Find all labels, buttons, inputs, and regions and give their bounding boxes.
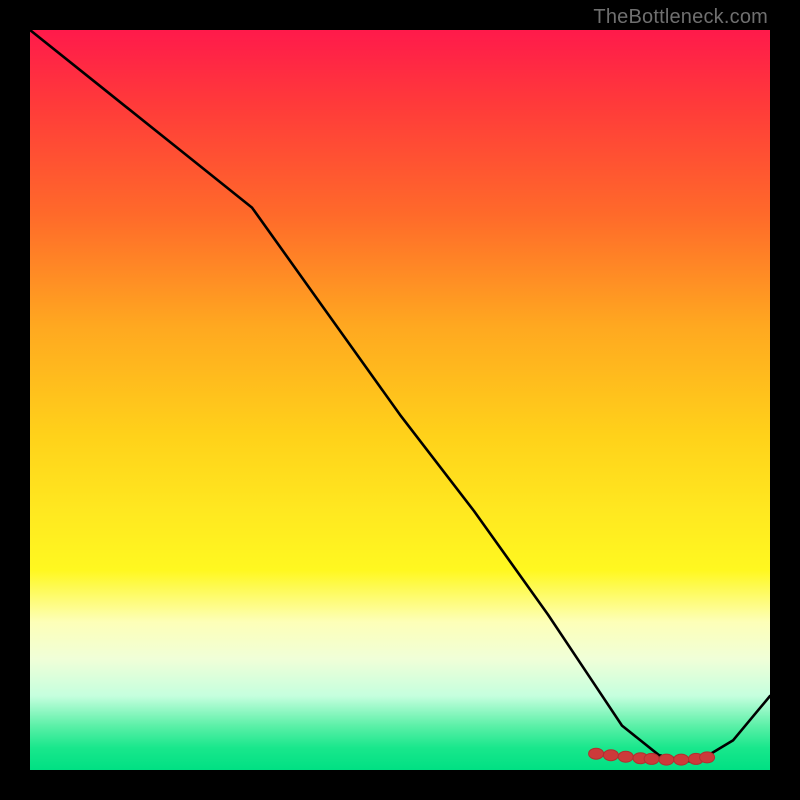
marker-point — [644, 753, 659, 764]
plot-area — [30, 30, 770, 770]
marker-point — [589, 748, 604, 759]
marker-point — [618, 751, 633, 762]
chart-svg — [30, 30, 770, 770]
marker-point — [603, 750, 618, 761]
chart-frame: TheBottleneck.com — [0, 0, 800, 800]
attribution-text: TheBottleneck.com — [593, 6, 768, 29]
marker-point — [674, 754, 689, 765]
curve-line — [30, 30, 770, 763]
marker-point — [700, 752, 715, 763]
marker-point — [659, 754, 674, 765]
